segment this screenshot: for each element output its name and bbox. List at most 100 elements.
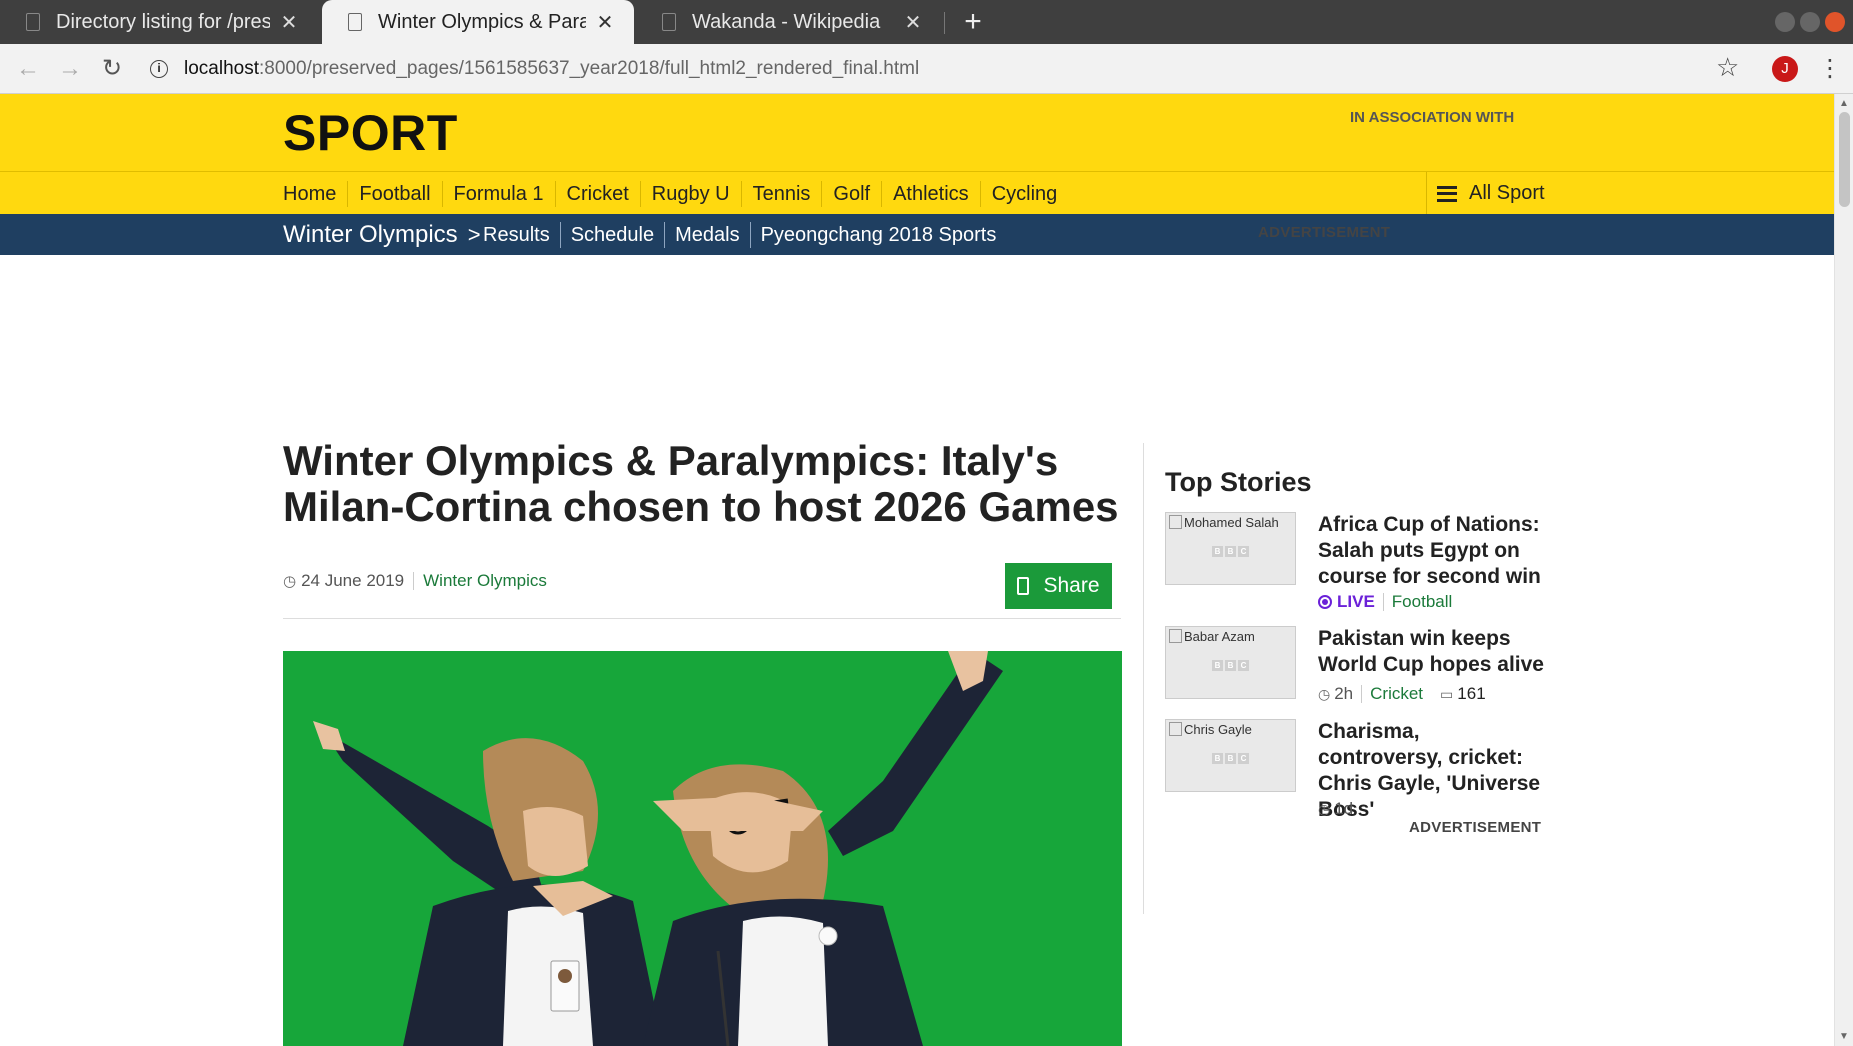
comments-icon: ▭ — [1440, 685, 1454, 702]
tab-separator — [944, 12, 945, 34]
url-field[interactable]: i localhost:8000/preserved_pages/1561585… — [150, 54, 919, 84]
profile-avatar[interactable]: J — [1772, 56, 1798, 82]
winter-olympics-subnav: Winter Olympics > Results Schedule Medal… — [0, 214, 1834, 255]
live-icon — [1318, 595, 1332, 609]
sport-header: SPORT IN ASSOCIATION WITH — [0, 94, 1834, 171]
reload-button[interactable]: ↻ — [97, 54, 127, 84]
all-sport-label: All Sport — [1469, 182, 1545, 204]
top-story-item[interactable]: Mohamed Salah BBC Africa Cup of Nations:… — [1165, 512, 1545, 612]
thumbnail-alt-text: Babar Azam — [1184, 629, 1255, 644]
share-label: Share — [1043, 574, 1100, 597]
article-category-link[interactable]: Winter Olympics — [423, 571, 547, 591]
top-story-item[interactable]: Chris Gayle BBC Charisma, controversy, c… — [1165, 719, 1545, 821]
thumbnail-alt-text: Mohamed Salah — [1184, 515, 1279, 530]
story-category-link[interactable]: Cricket — [1370, 684, 1423, 704]
story-time: 2h — [1334, 684, 1354, 703]
page-viewport: SPORT IN ASSOCIATION WITH Home Football … — [0, 94, 1853, 1046]
scroll-down-arrow-icon[interactable]: ▼ — [1839, 1031, 1849, 1042]
close-tab-icon[interactable]: ✕ — [902, 10, 924, 35]
nav-item-golf[interactable]: Golf — [821, 180, 881, 207]
nav-item-tennis[interactable]: Tennis — [740, 180, 822, 207]
article-headline: Winter Olympics & Paralympics: Italy's M… — [283, 437, 1119, 530]
subnav-item-results[interactable]: Results — [473, 222, 560, 248]
document-icon — [26, 13, 40, 31]
sport-logo[interactable]: SPORT — [283, 104, 458, 162]
nav-item-cycling[interactable]: Cycling — [979, 180, 1069, 207]
subnav-item-schedule[interactable]: Schedule — [559, 221, 664, 248]
subnav-section-link[interactable]: Winter Olympics > — [283, 214, 481, 255]
new-tab-button[interactable]: + — [958, 4, 988, 40]
article-divider — [283, 618, 1121, 619]
bbc-logo-placeholder: BBC — [1212, 753, 1249, 764]
subnav-item-medals[interactable]: Medals — [664, 221, 749, 248]
document-icon — [662, 13, 676, 31]
story-title[interactable]: Pakistan win keeps World Cup hopes alive — [1318, 626, 1548, 678]
top-stories-heading: Top Stories — [1165, 467, 1312, 497]
address-bar: ← → ↻ i localhost:8000/preserved_pages/1… — [0, 44, 1853, 94]
story-title[interactable]: Africa Cup of Nations: Salah puts Egypt … — [1318, 512, 1548, 590]
meta-divider — [1382, 593, 1384, 611]
tab-title: Wakanda - Wikipedia — [692, 10, 881, 33]
site-info-icon[interactable]: i — [150, 60, 168, 78]
hamburger-menu-icon — [1437, 185, 1457, 202]
close-tab-icon[interactable]: ✕ — [278, 10, 300, 35]
article-date: 24 June 2019 — [301, 571, 405, 590]
comment-count[interactable]: 161 — [1457, 684, 1485, 704]
browser-menu-icon[interactable]: ⋮ — [1818, 54, 1842, 84]
live-badge: LIVE — [1318, 592, 1375, 612]
clock-icon: ◷ — [283, 573, 297, 590]
clock-icon: ◷ — [1318, 800, 1331, 817]
advertisement-label: ADVERTISEMENT — [1258, 224, 1391, 241]
tab-title: Directory listing for /preserved_pages/ — [56, 10, 270, 33]
minimize-window-button[interactable] — [1775, 12, 1795, 32]
story-thumbnail[interactable]: Mohamed Salah BBC — [1165, 512, 1296, 585]
story-meta: ◷ 1d — [1318, 799, 1353, 819]
all-sport-button[interactable]: All Sport — [1426, 172, 1545, 215]
maximize-window-button[interactable] — [1800, 12, 1820, 32]
bookmark-star-icon[interactable]: ☆ — [1716, 52, 1739, 83]
meta-divider — [1361, 685, 1363, 703]
share-button[interactable]: Share — [1005, 563, 1112, 609]
url-path: :8000/preserved_pages/1561585637_year201… — [259, 58, 920, 79]
sport-nav: Home Football Formula 1 Cricket Rugby U … — [0, 171, 1834, 215]
document-icon — [348, 13, 362, 31]
meta-divider — [413, 572, 415, 590]
subnav-section-title: Winter Olympics — [283, 220, 458, 248]
story-category-link[interactable]: Football — [1392, 592, 1452, 612]
forward-button[interactable]: → — [55, 54, 85, 84]
live-label: LIVE — [1337, 592, 1375, 611]
close-window-button[interactable] — [1825, 12, 1845, 32]
tab-winter-olympics[interactable]: Winter Olympics & Paralympics: Italy's M… — [322, 0, 634, 44]
scroll-up-arrow-icon[interactable]: ▲ — [1839, 98, 1849, 109]
article-hero-image — [283, 651, 1122, 1046]
close-tab-icon[interactable]: ✕ — [594, 10, 616, 35]
url-host: localhost — [184, 58, 259, 79]
browser-tab-strip: Directory listing for /preserved_pages/ … — [0, 0, 1853, 44]
subnav-item-pyeongchang-sports[interactable]: Pyeongchang 2018 Sports — [749, 221, 1007, 248]
story-thumbnail[interactable]: Babar Azam BBC — [1165, 626, 1296, 699]
association-label: IN ASSOCIATION WITH — [1350, 109, 1515, 126]
broken-image-icon — [1169, 722, 1182, 736]
nav-item-rugby-union[interactable]: Rugby U — [639, 180, 741, 207]
broken-image-icon — [1169, 515, 1182, 529]
story-time: 1d — [1334, 799, 1354, 818]
story-thumbnail[interactable]: Chris Gayle BBC — [1165, 719, 1296, 792]
scrollbar-thumb[interactable] — [1839, 112, 1850, 207]
nav-item-football[interactable]: Football — [347, 180, 441, 207]
nav-item-cricket[interactable]: Cricket — [554, 180, 640, 207]
share-icon — [1017, 577, 1030, 595]
story-meta: ◷ 2h Cricket ▭ 161 — [1318, 684, 1486, 704]
bbc-logo-placeholder: BBC — [1212, 660, 1249, 671]
tab-wakanda[interactable]: Wakanda - Wikipedia ✕ — [636, 0, 942, 44]
top-story-item[interactable]: Babar Azam BBC Pakistan win keeps World … — [1165, 626, 1545, 706]
broken-image-icon — [1169, 629, 1182, 643]
story-meta: LIVE Football — [1318, 592, 1452, 612]
tab-title: Winter Olympics & Paralympics: Italy's M… — [378, 10, 586, 33]
tab-directory-listing[interactable]: Directory listing for /preserved_pages/ … — [0, 0, 318, 44]
sidebar-divider — [1143, 443, 1144, 914]
nav-item-home[interactable]: Home — [283, 181, 347, 207]
back-button[interactable]: ← — [13, 54, 43, 84]
page-scrollbar[interactable]: ▲ ▼ — [1834, 94, 1853, 1046]
nav-item-athletics[interactable]: Athletics — [881, 180, 980, 207]
nav-item-formula-1[interactable]: Formula 1 — [441, 180, 555, 207]
